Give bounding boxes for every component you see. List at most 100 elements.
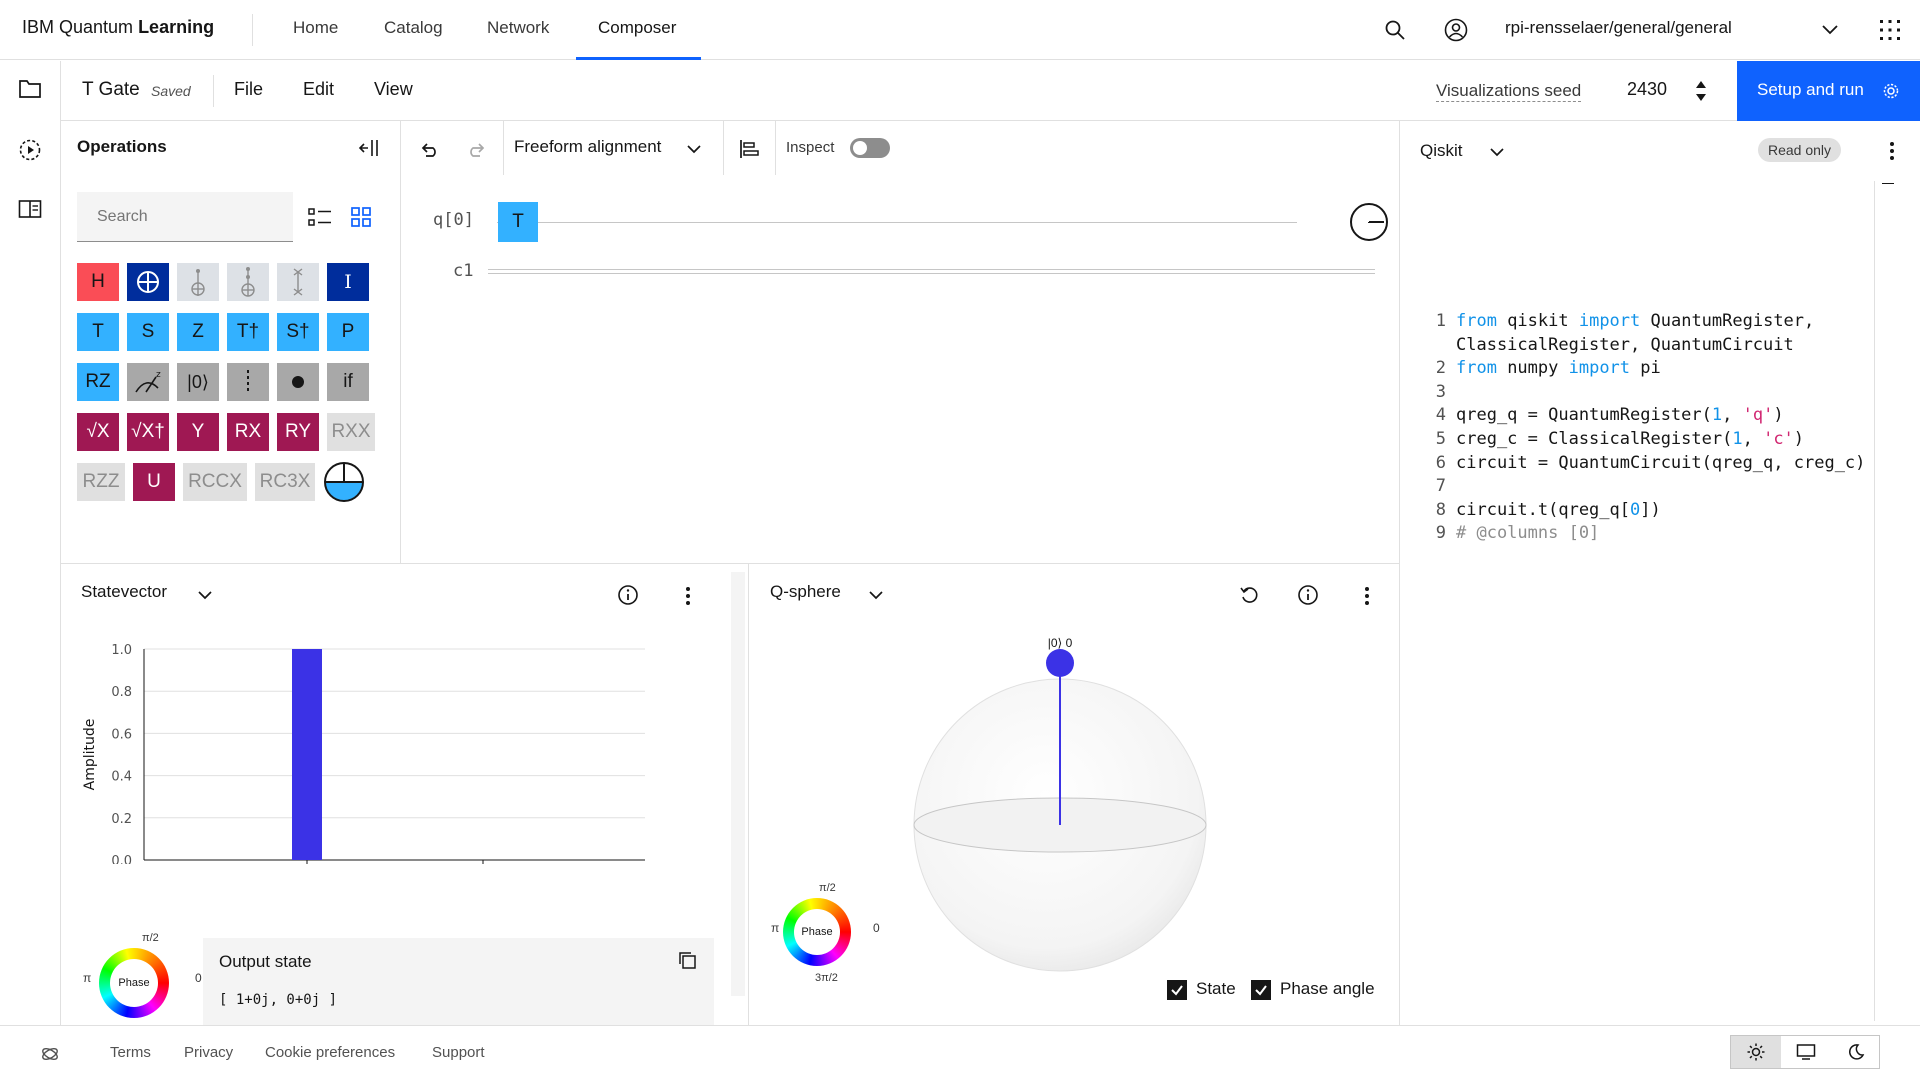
gate-y[interactable]: Y: [177, 413, 219, 451]
operations-search-input[interactable]: [77, 192, 293, 242]
job-history-icon[interactable]: [18, 138, 44, 164]
chevron-down-icon[interactable]: [684, 139, 704, 159]
chevron-down-icon[interactable]: [1488, 143, 1506, 161]
code-line[interactable]: from qiskit import QuantumRegister,: [1456, 311, 1814, 331]
code-line[interactable]: circuit = QuantumCircuit(qreg_q, creg_c): [1456, 453, 1865, 473]
qubit-wire[interactable]: [497, 222, 1297, 223]
inspect-toggle[interactable]: [850, 138, 890, 158]
gate-measure-z[interactable]: z: [127, 363, 169, 401]
gate-swap[interactable]: [277, 263, 319, 301]
gate-i[interactable]: I: [327, 263, 369, 301]
gate-cnot[interactable]: [127, 263, 169, 301]
statevector-title[interactable]: Statevector: [81, 582, 167, 602]
brand-logo[interactable]: IBM Quantum Learning: [22, 17, 214, 38]
gate-if[interactable]: if: [327, 363, 369, 401]
q-sphere-title[interactable]: Q-sphere: [770, 582, 841, 602]
instance-selector[interactable]: rpi-rensselaer/general/general: [1505, 18, 1732, 38]
setup-and-run-button[interactable]: Setup and run: [1737, 61, 1920, 121]
gate-u[interactable]: U: [133, 463, 175, 501]
info-icon[interactable]: [1296, 583, 1320, 607]
light-theme-icon[interactable]: [1731, 1036, 1781, 1068]
chevron-down-icon[interactable]: [867, 586, 885, 604]
classical-label[interactable]: c1: [453, 261, 473, 281]
code-line[interactable]: ClassicalRegister, QuantumCircuit: [1456, 335, 1794, 355]
phase-angle-checkbox[interactable]: [1251, 980, 1271, 1000]
search-icon[interactable]: [1382, 17, 1408, 43]
tab-home[interactable]: Home: [293, 18, 338, 60]
placed-t-gate[interactable]: T: [498, 202, 538, 242]
menu-view[interactable]: View: [374, 79, 413, 100]
collapse-panel-icon[interactable]: [357, 136, 381, 160]
gate-sqrt-x[interactable]: √X: [77, 413, 119, 451]
file-name[interactable]: T Gate: [82, 79, 140, 101]
tab-catalog[interactable]: Catalog: [384, 18, 443, 60]
gate-rccx[interactable]: RCCX: [183, 463, 247, 501]
measure-probe-icon[interactable]: [1349, 202, 1389, 242]
gate-h[interactable]: H: [77, 263, 119, 301]
code-line[interactable]: from numpy import pi: [1456, 358, 1661, 378]
scrollbar-indicator[interactable]: [1882, 183, 1894, 184]
seed-stepper-icon[interactable]: [1691, 75, 1711, 107]
gate-ry[interactable]: RY: [277, 413, 319, 451]
user-avatar-icon[interactable]: [1442, 16, 1470, 44]
dark-theme-icon[interactable]: [1831, 1036, 1881, 1068]
alignment-dropdown[interactable]: Freeform alignment: [514, 137, 661, 157]
gate-control[interactable]: [277, 363, 319, 401]
qubit-label[interactable]: q[0]: [433, 210, 474, 230]
gate-sqrt-x-dagger[interactable]: √X†: [127, 413, 169, 451]
code-line[interactable]: creg_c = ClassicalRegister(1, 'c'): [1456, 429, 1804, 449]
copy-icon[interactable]: [675, 948, 699, 972]
chevron-down-icon[interactable]: [1818, 18, 1842, 42]
align-left-icon[interactable]: [735, 135, 763, 163]
language-selector[interactable]: Qiskit: [1420, 141, 1463, 161]
gate-barrier[interactable]: [227, 363, 269, 401]
undo-icon[interactable]: [415, 135, 443, 163]
gate-rx[interactable]: RX: [227, 413, 269, 451]
code-line[interactable]: circuit.t(qreg_q[0]): [1456, 500, 1661, 520]
gate-phase-disk[interactable]: [323, 461, 365, 503]
footer-link-privacy[interactable]: Privacy: [184, 1044, 233, 1061]
footer-link-terms[interactable]: Terms: [110, 1044, 151, 1061]
folder-icon[interactable]: [18, 78, 44, 104]
menu-file[interactable]: File: [234, 79, 263, 100]
state-checkbox[interactable]: [1167, 980, 1187, 1000]
gate-reset[interactable]: |0⟩: [177, 363, 219, 401]
footer-link-cookie-preferences[interactable]: Cookie preferences: [265, 1044, 395, 1061]
chevron-down-icon[interactable]: [196, 586, 214, 604]
visualizations-seed-label[interactable]: Visualizations seed: [1436, 81, 1582, 102]
scrollbar-track[interactable]: [731, 572, 745, 996]
gate-s[interactable]: S: [127, 313, 169, 351]
tab-network[interactable]: Network: [487, 18, 549, 60]
classical-wire[interactable]: [488, 269, 1375, 274]
overflow-menu-icon[interactable]: [1880, 137, 1904, 165]
gate-rz[interactable]: RZ: [77, 363, 119, 401]
system-theme-icon[interactable]: [1781, 1036, 1831, 1068]
footer-link-support[interactable]: Support: [432, 1044, 485, 1061]
gate-t[interactable]: T: [77, 313, 119, 351]
scrollbar-track[interactable]: [1874, 181, 1875, 1021]
gate-rxx[interactable]: RXX: [327, 413, 375, 451]
panel-icon[interactable]: [18, 198, 44, 224]
gate-cswap[interactable]: [227, 263, 269, 301]
code-line[interactable]: # @columns [0]: [1456, 523, 1599, 543]
code-line[interactable]: qreg_q = QuantumRegister(1, 'q'): [1456, 405, 1784, 425]
q-sphere[interactable]: [909, 644, 1209, 974]
ibm-quantum-logo-icon[interactable]: [38, 1042, 62, 1066]
list-view-icon[interactable]: [306, 203, 334, 231]
tab-composer[interactable]: Composer: [576, 18, 701, 60]
menu-edit[interactable]: Edit: [303, 79, 334, 100]
gate-t-dagger[interactable]: T†: [227, 313, 269, 351]
gate-p[interactable]: P: [327, 313, 369, 351]
gate-ccx[interactable]: [177, 263, 219, 301]
seed-value[interactable]: 2430: [1627, 79, 1667, 100]
gate-z[interactable]: Z: [177, 313, 219, 351]
overflow-menu-icon[interactable]: [676, 582, 700, 610]
overflow-menu-icon[interactable]: [1355, 582, 1379, 610]
reset-view-icon[interactable]: [1237, 583, 1261, 607]
grid-view-icon[interactable]: [347, 203, 375, 231]
gate-rzz[interactable]: RZZ: [77, 463, 125, 501]
redo-icon[interactable]: [463, 135, 491, 163]
gate-s-dagger[interactable]: S†: [277, 313, 319, 351]
gate-rc3x[interactable]: RC3X: [255, 463, 315, 501]
app-switcher-icon[interactable]: [1876, 16, 1904, 44]
